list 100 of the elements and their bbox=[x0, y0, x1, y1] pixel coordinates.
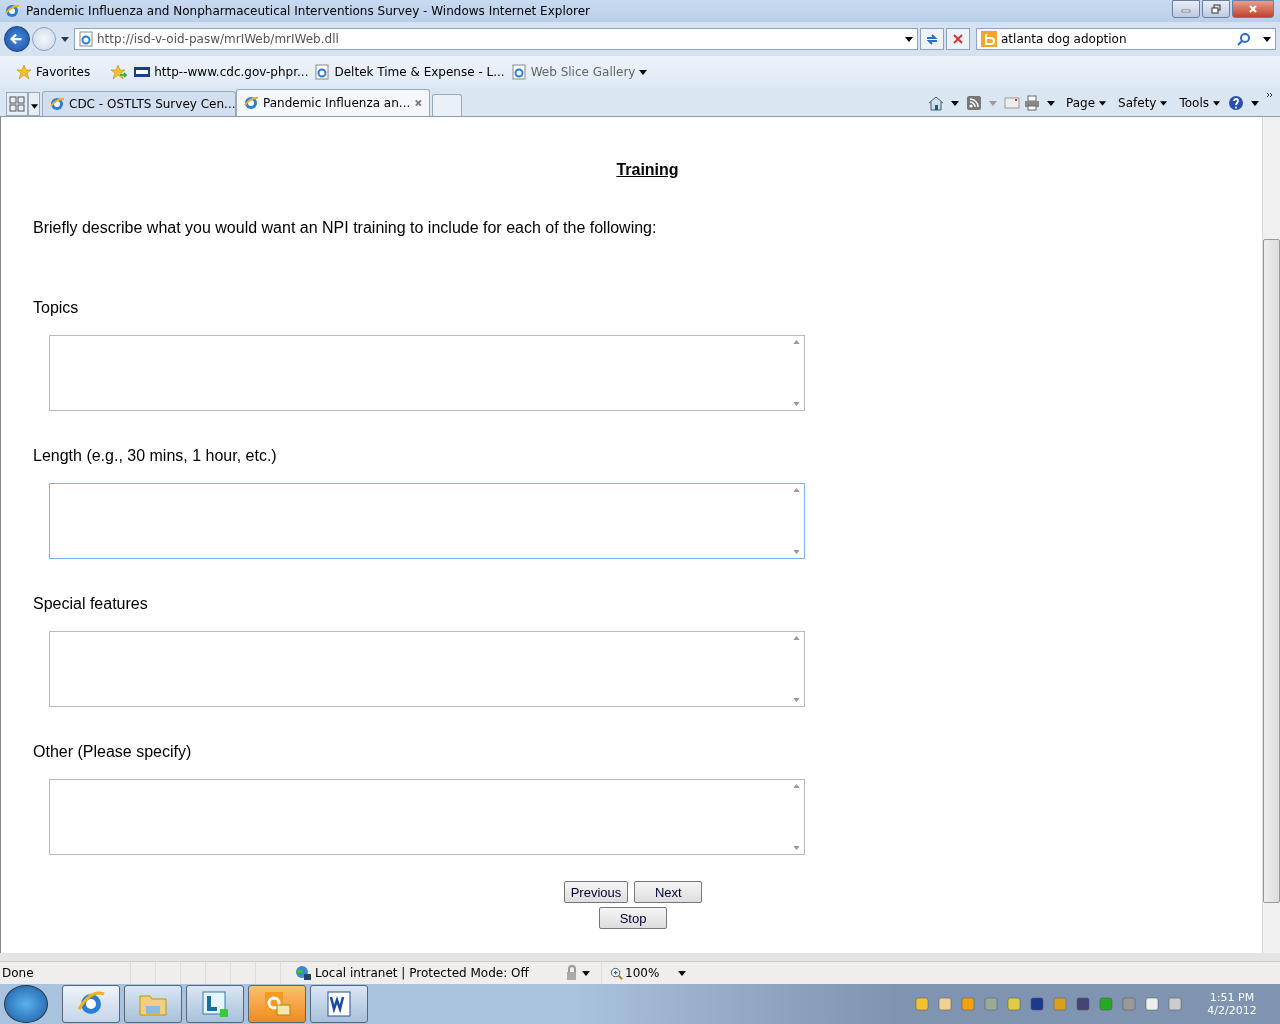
dropdown-arrow-icon[interactable] bbox=[1263, 36, 1271, 42]
close-tab-icon[interactable] bbox=[414, 98, 423, 108]
dropdown-arrow-icon[interactable] bbox=[678, 970, 687, 976]
window-title: Pandemic Influenza and Nonpharmaceutical Interventions Survey - Windows Internet Explorer bbox=[26, 4, 592, 18]
mail-icon[interactable] bbox=[1004, 95, 1020, 111]
stop-loading-button[interactable] bbox=[946, 28, 970, 50]
tray-icon[interactable] bbox=[914, 996, 930, 1012]
status-text: Done bbox=[1, 966, 35, 980]
caret-icon bbox=[1213, 100, 1220, 106]
tray-icon[interactable] bbox=[1006, 996, 1022, 1012]
favorites-link[interactable]: Web Slice Gallery bbox=[510, 64, 648, 80]
tray-icon[interactable] bbox=[1052, 996, 1068, 1012]
question-label: Topics bbox=[33, 299, 80, 317]
tray-icon[interactable] bbox=[1029, 996, 1045, 1012]
dropdown-arrow-icon[interactable] bbox=[1047, 100, 1055, 106]
search-icon[interactable] bbox=[1237, 32, 1251, 46]
scroll-up-icon[interactable] bbox=[792, 488, 800, 492]
close-icon bbox=[952, 33, 964, 45]
dropdown-arrow-icon[interactable] bbox=[582, 970, 590, 976]
taskbar-outlook-icon[interactable] bbox=[248, 985, 306, 1023]
scroll-up-icon[interactable] bbox=[792, 636, 800, 640]
taskbar-word-icon[interactable] bbox=[310, 985, 368, 1023]
search-field[interactable]: atlanta dog adoption bbox=[976, 28, 1276, 50]
close-button[interactable] bbox=[1232, 0, 1274, 18]
site-logo-icon bbox=[134, 64, 151, 80]
start-button[interactable] bbox=[4, 985, 48, 1023]
command-menu-button[interactable]: Safety bbox=[1114, 96, 1172, 110]
home-icon[interactable] bbox=[928, 95, 944, 111]
command-menu-button[interactable]: Page bbox=[1062, 96, 1111, 110]
scroll-down-icon[interactable] bbox=[792, 550, 800, 554]
nav-button[interactable]: Next bbox=[634, 881, 703, 903]
answer-box[interactable] bbox=[49, 631, 805, 707]
scroll-down-icon[interactable] bbox=[792, 698, 800, 702]
tray-icon[interactable] bbox=[1144, 996, 1160, 1012]
scroll-down-icon[interactable] bbox=[792, 402, 800, 406]
scroll-up-icon[interactable] bbox=[792, 340, 800, 344]
taskbar-browser-icon[interactable] bbox=[62, 985, 120, 1023]
mail-app-icon bbox=[262, 989, 292, 1019]
browser-tab[interactable]: Pandemic Influenza an... bbox=[236, 89, 430, 116]
back-button[interactable] bbox=[4, 26, 30, 52]
favorites-link[interactable]: http--www.cdc.gov-phpr... bbox=[134, 64, 309, 80]
browser-logo-icon bbox=[243, 95, 259, 111]
command-menu-button[interactable]: Tools bbox=[1175, 96, 1224, 110]
page-icon bbox=[510, 64, 527, 80]
grid-icon bbox=[9, 96, 25, 112]
caret-icon bbox=[30, 103, 38, 109]
horizontal-scrollbar[interactable] bbox=[0, 953, 1280, 961]
minimize-button[interactable] bbox=[1172, 0, 1200, 18]
zoom-icon bbox=[610, 966, 623, 980]
refresh-icon bbox=[925, 32, 939, 46]
new-tab-button[interactable] bbox=[432, 94, 462, 116]
close-icon bbox=[1248, 4, 1258, 14]
answer-box[interactable] bbox=[49, 483, 805, 559]
browser-logo-icon bbox=[4, 3, 20, 19]
taskbar-folder-icon[interactable] bbox=[124, 985, 182, 1023]
caret-icon bbox=[639, 69, 648, 75]
tray-icon[interactable] bbox=[983, 996, 999, 1012]
favorites-link[interactable]: Deltek Time & Expense - L... bbox=[314, 64, 505, 80]
search-provider-icon bbox=[981, 31, 997, 47]
instructions-text: Briefly describe what you would want an NPI training to include for each of the following: bbox=[33, 219, 658, 237]
favorites-link[interactable]: Favorites bbox=[16, 64, 91, 80]
caret-icon bbox=[1160, 100, 1168, 106]
dropdown-arrow-icon[interactable] bbox=[951, 100, 959, 106]
address-field[interactable]: http://isd-v-oid-pasw/mrIWeb/mrIWeb.dll bbox=[74, 28, 918, 50]
restore-icon bbox=[1211, 4, 1221, 14]
section-heading: Training bbox=[615, 161, 680, 179]
nav-button[interactable]: Previous bbox=[563, 881, 629, 903]
stop-button[interactable]: Stop bbox=[599, 907, 667, 929]
taskbar-lync-icon[interactable] bbox=[186, 985, 244, 1023]
question-label: Other (Please specify) bbox=[33, 743, 193, 761]
answer-box[interactable] bbox=[49, 335, 805, 411]
tray-icon[interactable] bbox=[1167, 996, 1183, 1012]
star-icon bbox=[16, 64, 32, 80]
printer-icon[interactable] bbox=[1024, 95, 1040, 111]
chevron-icon[interactable] bbox=[1266, 92, 1274, 98]
page-icon bbox=[79, 31, 93, 47]
security-zone-text: Local intranet | Protected Mode: Off bbox=[315, 966, 529, 980]
dropdown-arrow-icon[interactable] bbox=[905, 36, 913, 42]
browser-logo-icon bbox=[49, 96, 65, 112]
tray-icon[interactable] bbox=[1075, 996, 1091, 1012]
globe-icon bbox=[295, 965, 311, 981]
answer-box[interactable] bbox=[49, 779, 805, 855]
add-favorite-icon[interactable] bbox=[110, 64, 129, 80]
question-label: Length (e.g., 30 mins, 1 hour, etc.) bbox=[33, 447, 278, 465]
scroll-up-icon[interactable] bbox=[792, 784, 800, 788]
dropdown-arrow-icon[interactable] bbox=[61, 36, 69, 42]
page-icon bbox=[314, 64, 331, 80]
restore-button[interactable] bbox=[1202, 0, 1230, 18]
document-app-icon bbox=[324, 989, 354, 1019]
tray-icon[interactable] bbox=[960, 996, 976, 1012]
browser-tab[interactable]: CDC - OSTLTS Survey Cen... bbox=[42, 91, 236, 116]
dropdown-arrow-icon[interactable] bbox=[1251, 100, 1259, 106]
help-icon[interactable] bbox=[1228, 95, 1244, 111]
page-scrollbar[interactable] bbox=[1262, 117, 1280, 953]
feed-icon[interactable] bbox=[966, 95, 982, 111]
quick-tabs-button[interactable] bbox=[6, 92, 28, 116]
tab-list-button[interactable] bbox=[28, 92, 40, 116]
refresh-button[interactable] bbox=[920, 28, 944, 50]
tray-icon[interactable] bbox=[937, 996, 953, 1012]
scroll-down-icon[interactable] bbox=[792, 846, 800, 850]
